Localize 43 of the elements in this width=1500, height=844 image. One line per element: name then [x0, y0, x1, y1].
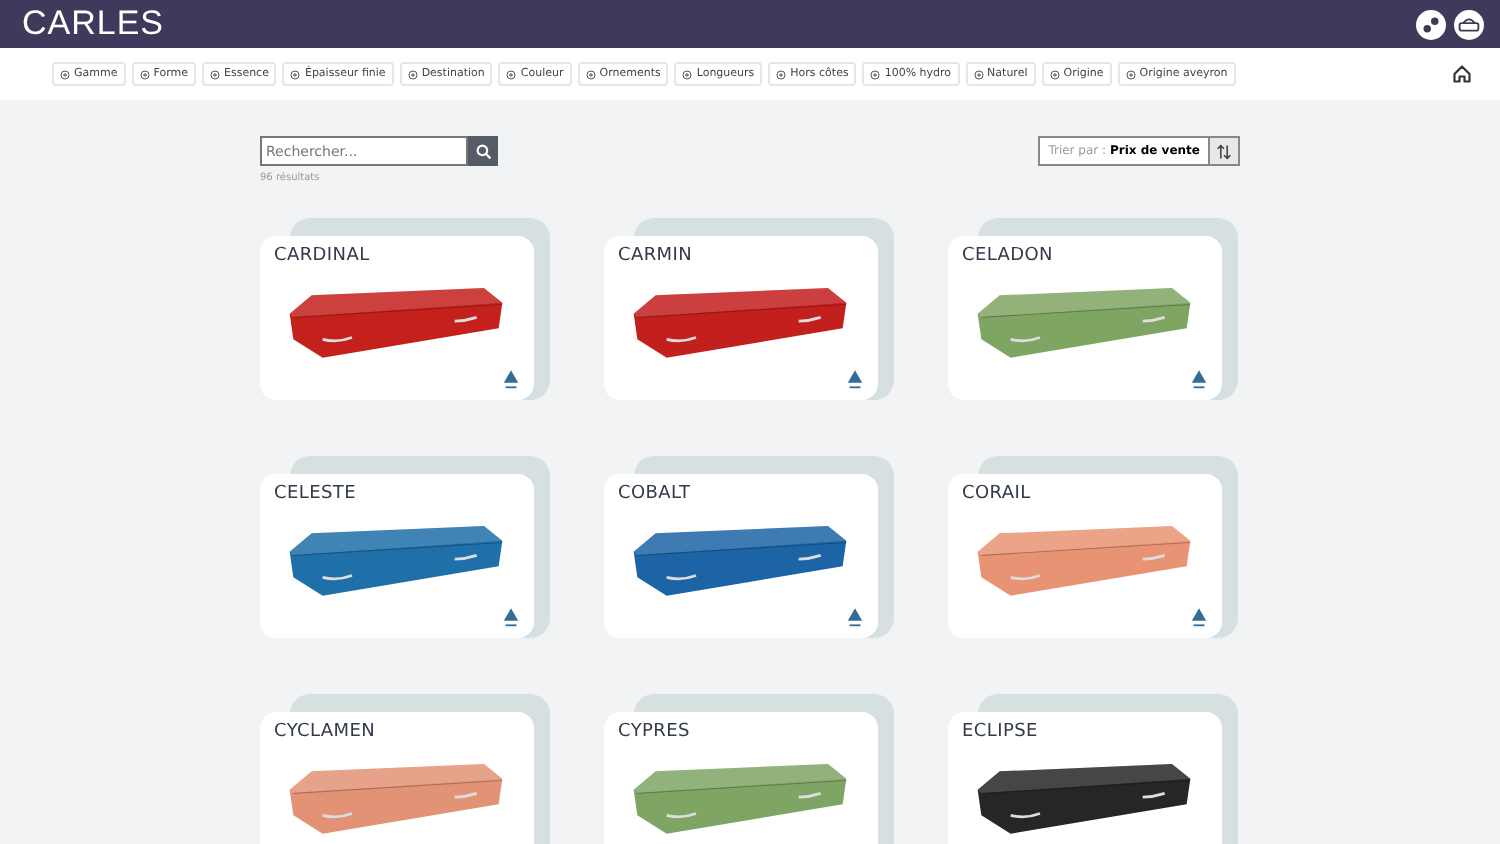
- plus-circle-icon: [1049, 69, 1060, 79]
- tree-logo-icon: [846, 608, 864, 630]
- product-name: COBALT: [618, 484, 691, 504]
- product-card[interactable]: CORAIL: [948, 474, 1222, 638]
- product-card[interactable]: CARMIN: [604, 236, 878, 400]
- plus-circle-icon: [585, 69, 596, 79]
- product-name: CELESTE: [274, 484, 356, 504]
- tree-logo-icon: [1190, 608, 1208, 630]
- product-card[interactable]: ECLIPSE: [948, 712, 1222, 844]
- product-card[interactable]: CARDINAL: [260, 236, 534, 400]
- plus-circle-icon: [973, 69, 984, 79]
- product-name: CYCLAMEN: [274, 722, 376, 742]
- product-name: CARMIN: [618, 246, 693, 266]
- plus-circle-icon: [290, 69, 301, 79]
- product-card[interactable]: CELESTE: [260, 474, 534, 638]
- search-button[interactable]: [468, 136, 498, 166]
- home-icon[interactable]: [1452, 64, 1472, 84]
- plus-circle-icon: [776, 69, 787, 79]
- tree-logo-icon: [502, 370, 520, 392]
- plus-circle-icon: [1125, 69, 1136, 79]
- product-card[interactable]: CYPRES: [604, 712, 878, 844]
- plus-circle-icon: [209, 69, 220, 79]
- plus-circle-icon: [506, 69, 517, 79]
- brand-logo[interactable]: CARLES: [22, 4, 165, 44]
- search-icon: [475, 143, 491, 159]
- product-card[interactable]: CELADON: [948, 236, 1222, 400]
- product-card[interactable]: CYCLAMEN: [260, 712, 534, 844]
- product-name: CARDINAL: [274, 246, 370, 266]
- sort-order-button[interactable]: [1210, 136, 1240, 166]
- plus-circle-icon: [407, 69, 418, 79]
- tree-logo-icon: [846, 370, 864, 392]
- product-card[interactable]: COBALT: [604, 474, 878, 638]
- plus-circle-icon: [682, 69, 693, 79]
- tree-logo-icon: [502, 608, 520, 630]
- plus-circle-icon: [870, 69, 881, 79]
- sort-icon: [1216, 143, 1232, 159]
- tree-logo-icon: [1190, 370, 1208, 392]
- product-name: CELADON: [962, 246, 1053, 266]
- product-name: CYPRES: [618, 722, 690, 742]
- plus-circle-icon: [139, 69, 150, 79]
- product-name: CORAIL: [962, 484, 1031, 504]
- plus-circle-icon: [60, 69, 70, 79]
- product-name: ECLIPSE: [962, 722, 1038, 742]
